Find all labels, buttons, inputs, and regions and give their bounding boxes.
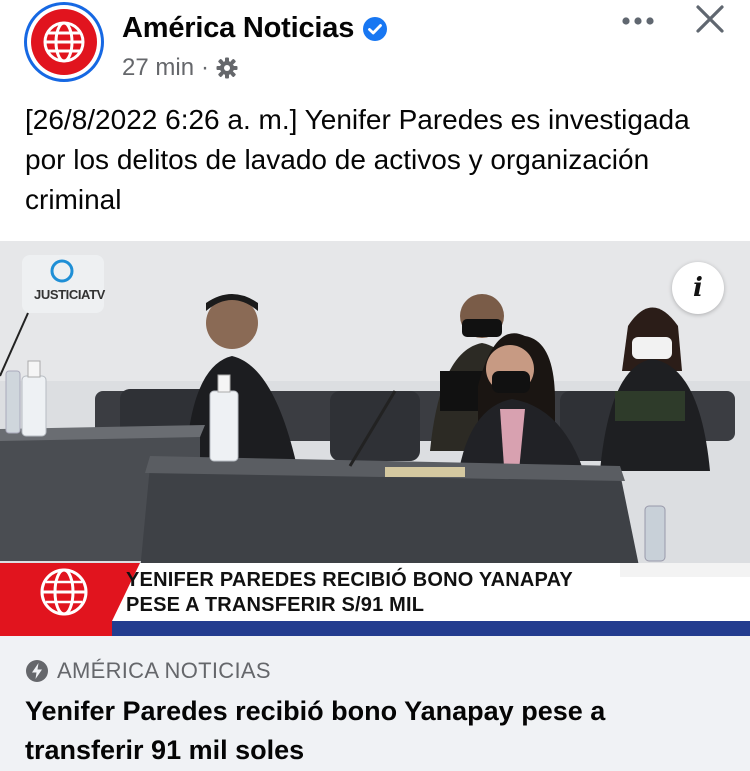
info-button[interactable]: i bbox=[672, 262, 724, 314]
instant-article-bolt-icon bbox=[25, 659, 49, 683]
link-source: AMÉRICA NOTICIAS bbox=[57, 658, 271, 683]
link-title[interactable]: Yenifer Paredes recibió bono Yanapay pes… bbox=[25, 692, 725, 770]
gear-icon bbox=[216, 57, 238, 79]
close-icon bbox=[694, 3, 726, 40]
post-timestamp[interactable]: 27 min bbox=[122, 54, 194, 82]
info-icon: i bbox=[693, 273, 703, 303]
ticker-headline-line2: PESE A TRANSFERIR S/91 MIL bbox=[126, 594, 425, 616]
ticker-headline-line1: YENIFER PAREDES RECIBIÓ BONO YANAPAY bbox=[126, 569, 573, 591]
channel-watermark: JUSTICIATV bbox=[34, 287, 105, 302]
page-name[interactable]: América Noticias bbox=[122, 12, 354, 45]
post-header: América Noticias 27 min · bbox=[0, 0, 750, 96]
page-avatar[interactable] bbox=[24, 2, 104, 82]
globe-logo-icon bbox=[31, 9, 97, 75]
verified-badge-icon bbox=[362, 16, 388, 42]
link-source-row: AMÉRICA NOTICIAS bbox=[25, 658, 271, 684]
meta-separator: · bbox=[201, 54, 210, 81]
link-preview-card[interactable]: AMÉRICA NOTICIAS Yenifer Paredes recibió… bbox=[0, 636, 750, 771]
page-name-row: América Noticias bbox=[122, 12, 388, 45]
more-options-button[interactable] bbox=[616, 4, 660, 40]
more-dots-icon bbox=[621, 13, 655, 31]
avatar-ring bbox=[27, 5, 101, 79]
post-message: [26/8/2022 6:26 a. m.] Yenifer Paredes e… bbox=[25, 104, 690, 215]
close-button[interactable] bbox=[688, 0, 732, 42]
post-meta: 27 min · bbox=[122, 54, 238, 82]
